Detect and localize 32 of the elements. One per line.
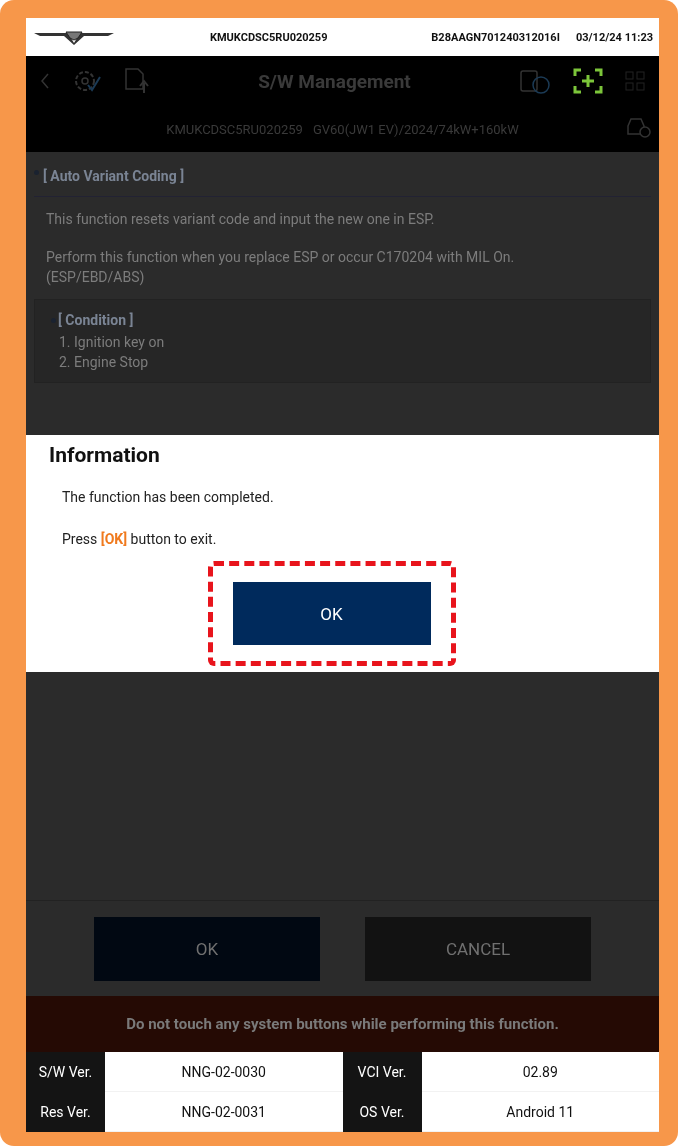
- version-label: Res Ver.: [26, 1092, 105, 1132]
- dialog-message: Press [OK] button to exit.: [62, 531, 218, 547]
- datetime-text: 03/12/24 11:23: [575, 30, 653, 44]
- winged-logo-icon: [32, 28, 116, 46]
- vin-text: KMUKCDSC5RU020259: [210, 30, 328, 44]
- condition-title: [ Condition ]: [58, 312, 134, 328]
- warning-banner: Do not touch any system buttons while performing this function.: [26, 996, 659, 1052]
- condition-item: 1. Ignition key on: [58, 333, 166, 352]
- version-label: OS Ver.: [342, 1092, 422, 1132]
- condition-item: 2. Engine Stop: [58, 353, 150, 372]
- version-value: NNG-02-0030: [105, 1052, 343, 1092]
- dialog-title: Information: [49, 443, 161, 467]
- dialog-ok-button[interactable]: OK: [232, 582, 431, 645]
- version-value: 02.89: [421, 1052, 659, 1092]
- description-text: This function resets variant code and input the new one in ESP.: [45, 210, 436, 229]
- version-value: NNG-02-0031: [105, 1092, 343, 1132]
- section-title: [ Auto Variant Coding ]: [43, 168, 185, 184]
- screen-title: S/W Management: [257, 69, 412, 93]
- dialog-message: The function has been completed.: [62, 489, 275, 505]
- vehicle-vin-text: KMUKCDSC5RU020259: [166, 121, 303, 137]
- version-value: Android 11: [421, 1092, 659, 1132]
- cancel-button[interactable]: CANCEL: [365, 916, 591, 981]
- version-label: VCI Ver.: [342, 1052, 422, 1092]
- vehicle-model-text: GV60(JW1 EV)/2024/74kW+160kW: [312, 121, 519, 137]
- ok-button[interactable]: OK: [94, 916, 320, 981]
- back-icon[interactable]: [40, 73, 50, 89]
- scan-plus-icon[interactable]: [573, 68, 603, 94]
- grid-icon[interactable]: [625, 71, 645, 91]
- document-upload-icon[interactable]: [124, 67, 150, 95]
- version-label: S/W Ver.: [26, 1052, 105, 1092]
- description-text: Perform this function when you replace ESP or occur C170204 with MIL On. (ESP/EBD/ABS): [45, 248, 516, 287]
- device-id-text: B28AAGN701240312016I: [431, 30, 560, 44]
